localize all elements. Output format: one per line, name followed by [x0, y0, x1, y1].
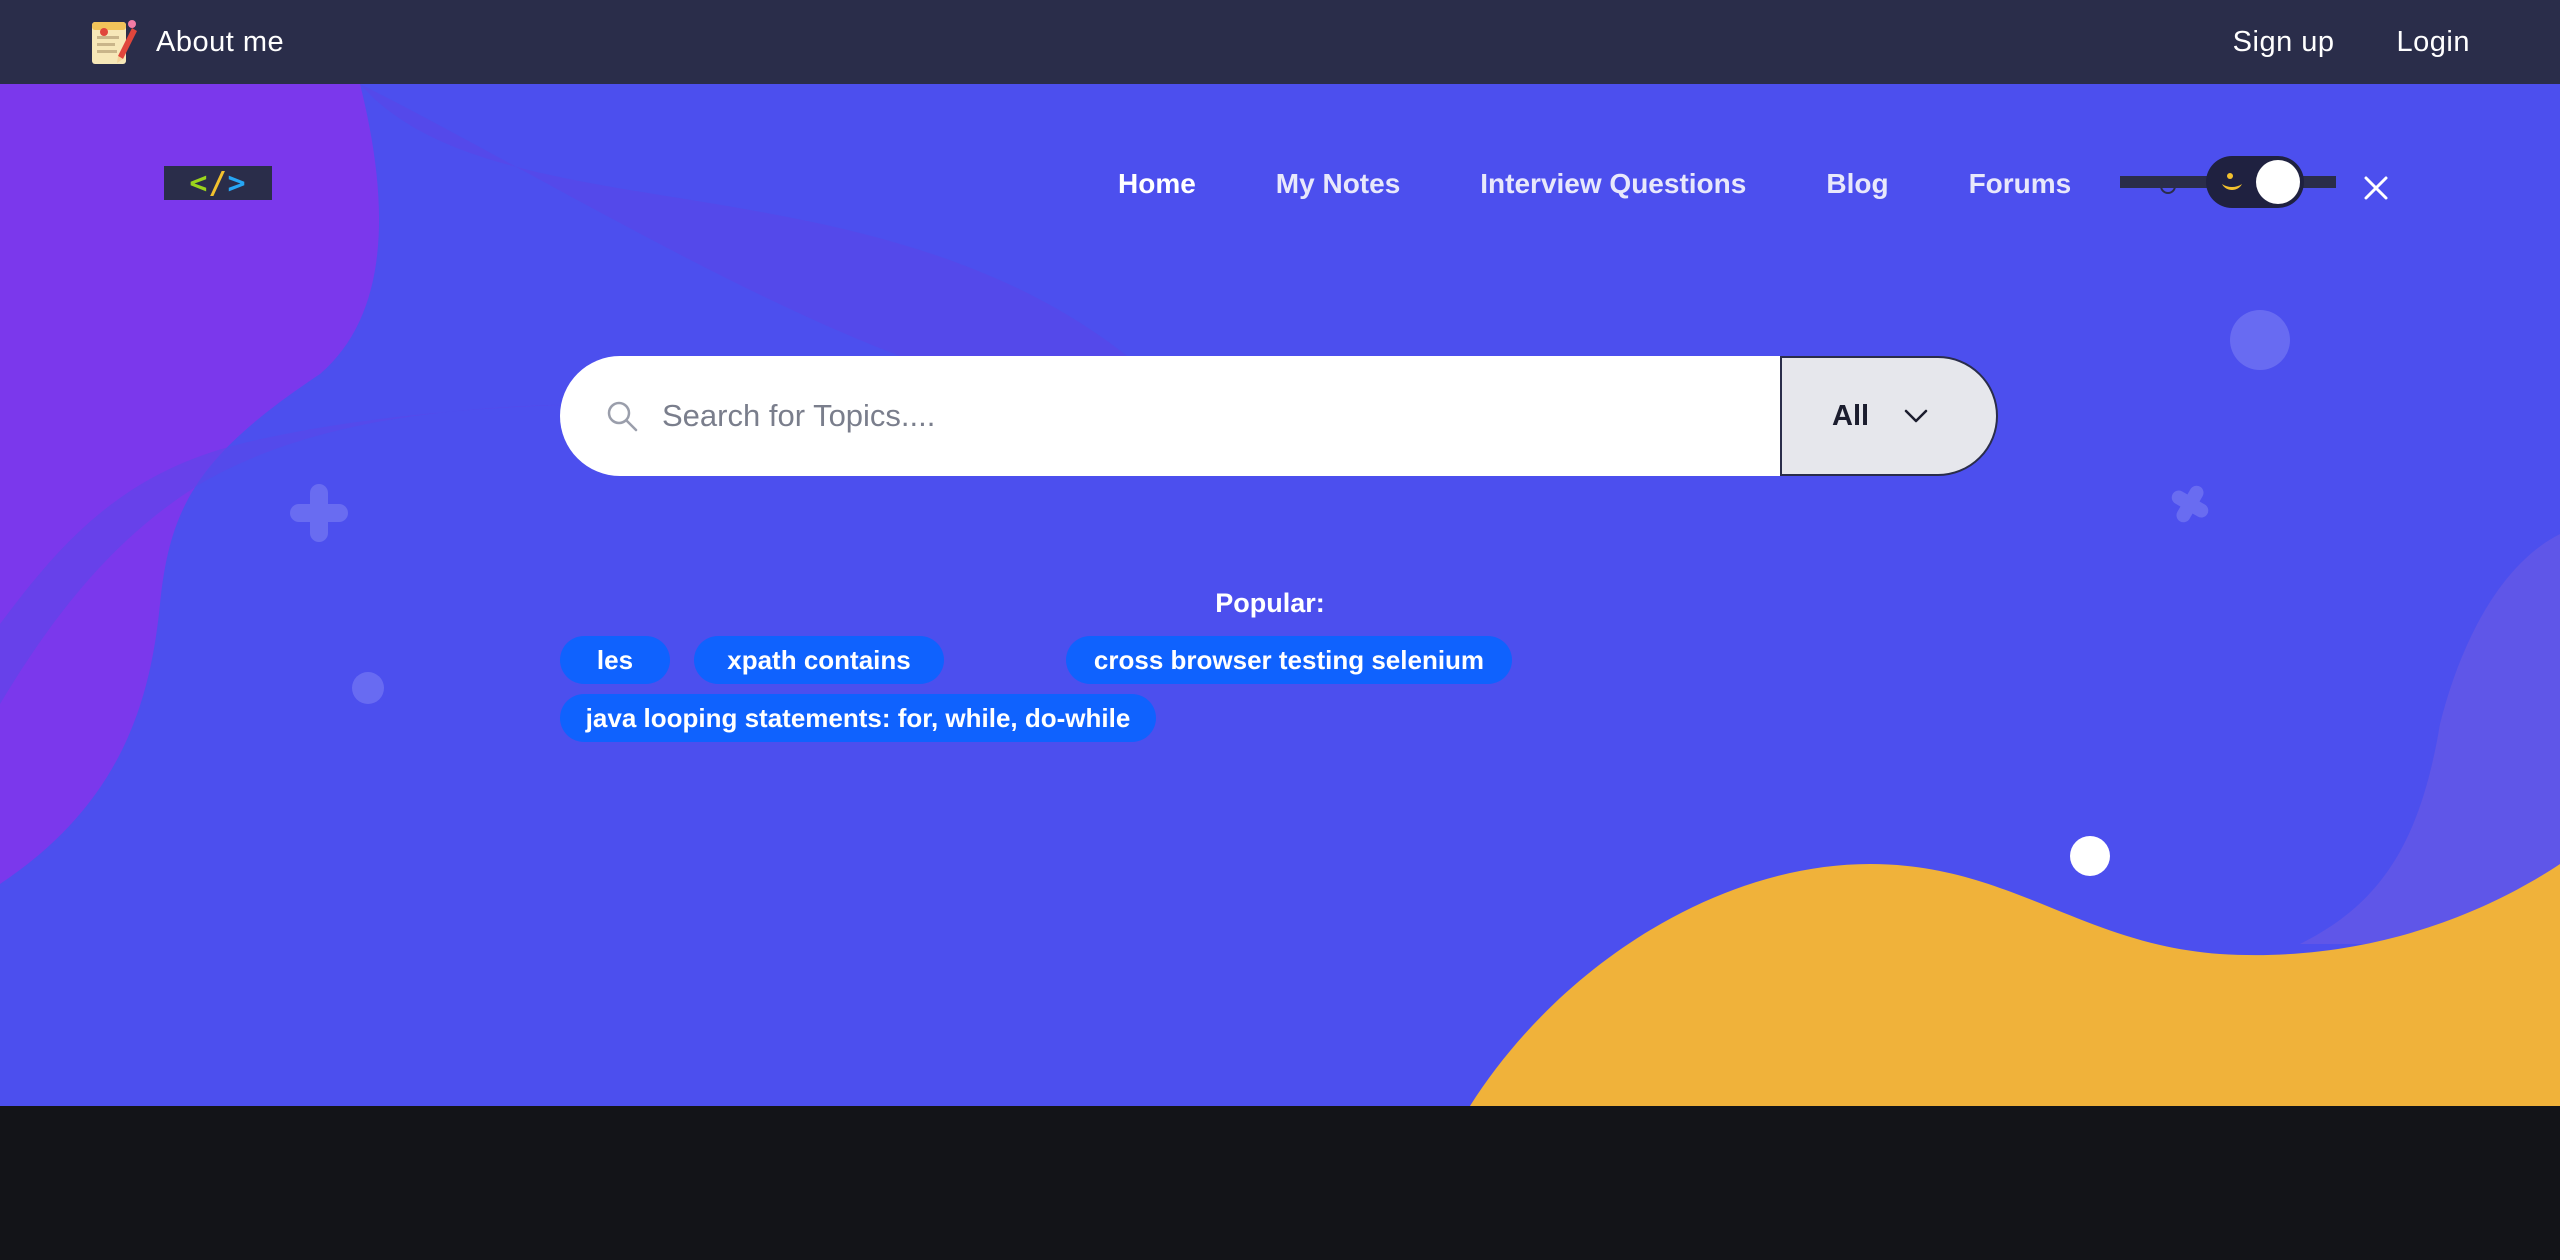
- popular-chip[interactable]: xpath contains: [694, 636, 944, 684]
- notepad-pencil-icon: [92, 20, 137, 64]
- popular-chip[interactable]: les: [560, 636, 670, 684]
- nav-item-interview-questions[interactable]: Interview Questions: [1480, 168, 1746, 200]
- topic-search: All: [560, 356, 1998, 476]
- logo-slash: /: [208, 165, 228, 201]
- category-select[interactable]: All: [1780, 356, 1998, 476]
- site-logo[interactable]: < / >: [164, 165, 272, 201]
- plus-decoration: [290, 484, 348, 542]
- moon-icon: [2222, 173, 2242, 190]
- footer-area: [0, 1106, 2560, 1260]
- theme-toggle[interactable]: [2206, 156, 2304, 208]
- popular-label: Popular:: [1215, 588, 1325, 618]
- toggle-knob: [2256, 160, 2300, 204]
- nav-item-forums[interactable]: Forums: [1969, 168, 2072, 200]
- search-input[interactable]: [662, 398, 1562, 434]
- sign-up-link[interactable]: Sign up: [2233, 26, 2335, 59]
- search-field: [560, 356, 1780, 476]
- plus-decoration-rotated: [2171, 485, 2209, 523]
- login-link[interactable]: Login: [2397, 26, 2470, 59]
- close-icon[interactable]: [2360, 172, 2392, 204]
- category-selected-value: All: [1832, 399, 1870, 432]
- main-nav: Home My Notes Interview Questions Blog F…: [1118, 164, 2071, 204]
- about-me-link[interactable]: About me: [88, 16, 284, 68]
- nav-item-home[interactable]: Home: [1118, 168, 1196, 200]
- top-bar: About me Sign up Login: [0, 0, 2560, 84]
- search-icon: [607, 401, 638, 432]
- nav-item-my-notes[interactable]: My Notes: [1276, 168, 1400, 200]
- logo-lt: <: [189, 165, 209, 201]
- logo-gt: >: [227, 165, 247, 201]
- auth-links: Sign up Login: [2233, 20, 2470, 64]
- about-me-label: About me: [156, 25, 285, 58]
- chevron-down-icon: [1904, 409, 1928, 423]
- popular-chip[interactable]: cross browser testing selenium: [1066, 636, 1512, 684]
- popular-chip[interactable]: java looping statements: for, while, do-…: [560, 694, 1156, 742]
- nav-item-blog[interactable]: Blog: [1826, 168, 1888, 200]
- search-icon[interactable]: [2158, 176, 2180, 198]
